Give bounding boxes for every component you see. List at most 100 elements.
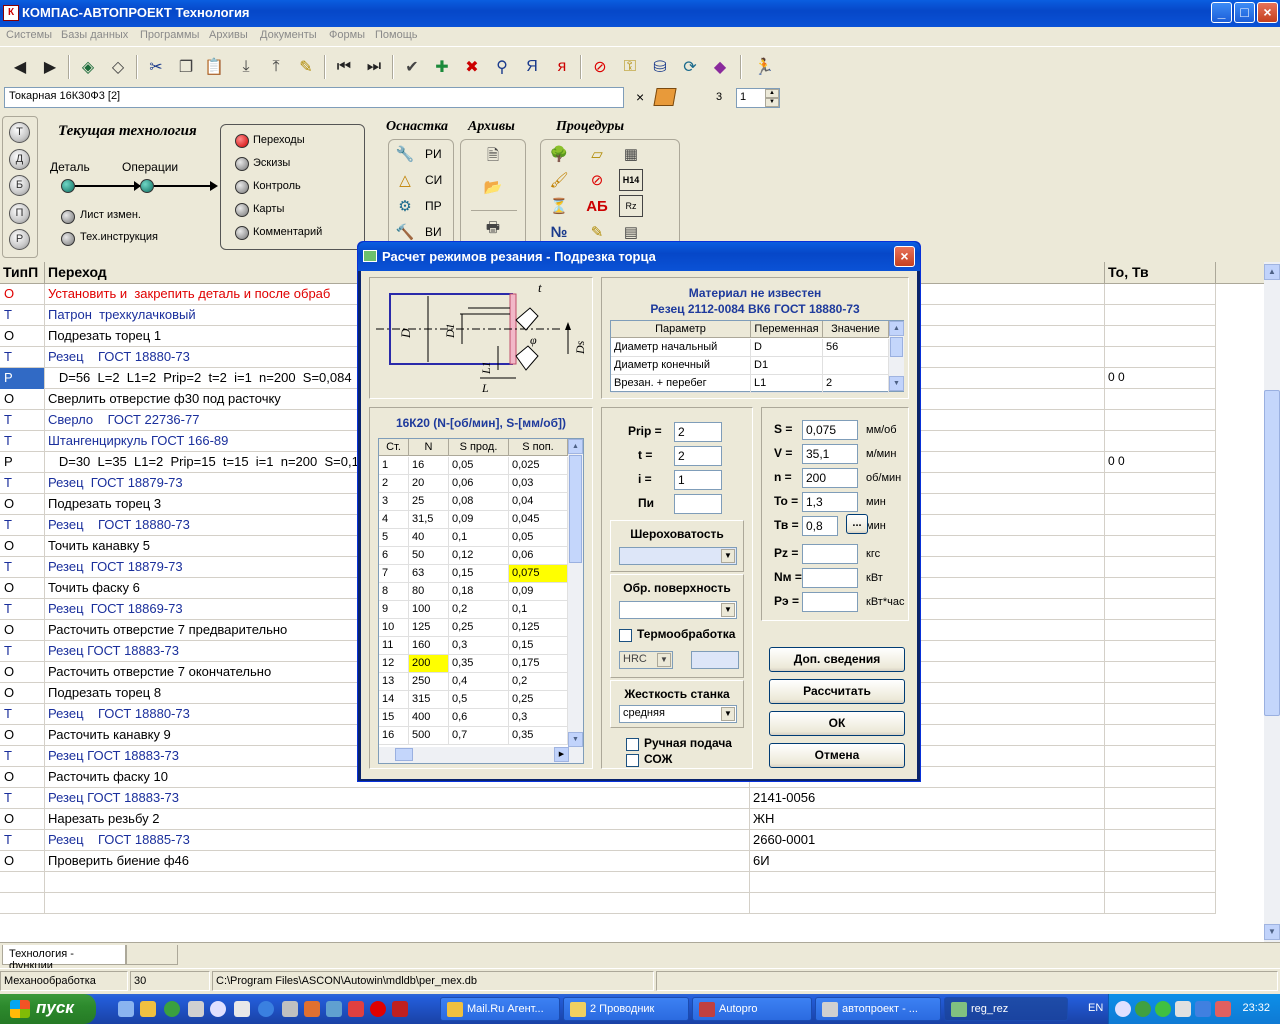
start-button[interactable]: пуск xyxy=(0,994,96,1024)
speed-cell[interactable]: 14 xyxy=(379,691,409,709)
speed-cell[interactable]: 4 xyxy=(379,511,409,529)
detail-node[interactable] xyxy=(61,179,75,193)
speed-cell[interactable]: 0,025 xyxy=(509,457,568,475)
cell-tool[interactable] xyxy=(750,893,1105,914)
archive-doc-icon[interactable]: 🗎 xyxy=(481,146,505,168)
cell-time[interactable] xyxy=(1105,620,1216,641)
speed-cell[interactable]: 5 xyxy=(379,529,409,547)
speed-hscroll-thumb[interactable] xyxy=(395,748,413,761)
cell-type[interactable]: О xyxy=(0,809,45,830)
cell-type[interactable]: О xyxy=(0,683,45,704)
cell-type[interactable]: Т xyxy=(0,704,45,725)
cell-type[interactable]: О xyxy=(0,536,45,557)
pi-input[interactable] xyxy=(674,494,722,514)
speed-cell[interactable]: 80 xyxy=(409,583,449,601)
brush-icon[interactable]: 🖌 xyxy=(547,169,571,191)
tray-icon-5[interactable] xyxy=(1195,1001,1211,1017)
speed-cell[interactable]: 0,2 xyxy=(509,673,568,691)
roughness-select[interactable]: ▼ xyxy=(619,547,737,565)
scroll-thumb[interactable] xyxy=(1264,390,1280,716)
mode-transitions-dot[interactable] xyxy=(235,134,249,148)
speed-scroll-thumb[interactable] xyxy=(569,455,582,563)
speed-cell[interactable]: 0,35 xyxy=(509,727,568,745)
result-input[interactable]: 0,075 xyxy=(802,420,858,440)
side-button-r[interactable]: Р xyxy=(9,229,30,250)
speed-cell[interactable]: 63 xyxy=(409,565,449,583)
speed-cell[interactable]: 7 xyxy=(379,565,409,583)
speed-cell[interactable]: 0,175 xyxy=(509,655,568,673)
speed-cell[interactable]: 0,03 xyxy=(509,475,568,493)
speed-cell[interactable]: 0,2 xyxy=(449,601,509,619)
minimize-button[interactable]: _ xyxy=(1211,2,1232,23)
speed-cell[interactable]: 315 xyxy=(409,691,449,709)
speed-cell[interactable]: 200 xyxy=(409,655,449,673)
hourglass-icon[interactable]: ⏳ xyxy=(547,195,571,217)
cell-transition[interactable]: Резец ГОСТ 18885-73 xyxy=(45,830,750,851)
tech-instruction-label[interactable]: Тех.инструкция xyxy=(80,231,158,243)
info-button[interactable]: Доп. сведения xyxy=(769,647,905,672)
cell-transition[interactable]: Нарезать резьбу 2 xyxy=(45,809,750,830)
speed-cell[interactable]: 0,125 xyxy=(509,619,568,637)
measuring-tool-icon[interactable]: △ xyxy=(393,169,417,191)
table-row[interactable]: Т Резец ГОСТ 18883-73 2141-0056 xyxy=(0,788,1216,809)
cell-type[interactable]: Т xyxy=(0,305,45,326)
speed-cell[interactable]: 0,06 xyxy=(449,475,509,493)
speed-cell[interactable]: 3 xyxy=(379,493,409,511)
exit-icon[interactable]: 🏃 xyxy=(752,55,776,79)
osnastka-ri[interactable]: РИ xyxy=(425,147,442,161)
book-icon[interactable] xyxy=(653,88,677,106)
close-button[interactable]: × xyxy=(1257,2,1278,23)
speed-cell[interactable]: 0,3 xyxy=(449,637,509,655)
quicklaunch-media-icon[interactable] xyxy=(210,1001,226,1017)
cell-time[interactable] xyxy=(1105,515,1216,536)
tray-icon-3[interactable] xyxy=(1155,1001,1171,1017)
check-icon[interactable]: ✔ xyxy=(400,55,424,79)
speed-cell[interactable]: 0,05 xyxy=(509,529,568,547)
tv-more-button[interactable]: ... xyxy=(846,514,868,534)
operations-node[interactable] xyxy=(140,179,154,193)
tray-icon-4[interactable] xyxy=(1175,1001,1191,1017)
calculator-icon[interactable]: ▦ xyxy=(619,143,643,165)
speed-cell[interactable]: 0,1 xyxy=(449,529,509,547)
result-input[interactable]: 200 xyxy=(802,468,858,488)
cell-type[interactable]: Т xyxy=(0,347,45,368)
first-record-icon[interactable]: ⏮ xyxy=(332,55,356,79)
chevron-down-icon[interactable]: ▼ xyxy=(657,653,671,667)
manual-feed-checkbox[interactable] xyxy=(626,738,639,751)
hrc-select[interactable]: HRC ▼ xyxy=(619,651,673,669)
cell-tool[interactable]: 2141-0056 xyxy=(750,788,1105,809)
edit-icon[interactable]: ✎ xyxy=(294,55,318,79)
cell-type[interactable]: О xyxy=(0,389,45,410)
cell-time[interactable] xyxy=(1105,284,1216,305)
quicklaunch-icon-9[interactable] xyxy=(304,1001,320,1017)
cell-type[interactable]: Т xyxy=(0,431,45,452)
key-icon[interactable]: ⚿ xyxy=(618,55,642,79)
task-avtoproekt[interactable]: автопроект - ... xyxy=(815,997,941,1021)
speed-cell[interactable]: 11 xyxy=(379,637,409,655)
speed-scroll-down-icon[interactable]: ▼ xyxy=(568,732,583,747)
language-indicator[interactable]: EN xyxy=(1088,1002,1103,1014)
speed-cell[interactable]: 50 xyxy=(409,547,449,565)
speed-scroll-right-icon[interactable]: ▶ xyxy=(554,747,569,762)
speed-cell[interactable]: 25 xyxy=(409,493,449,511)
task-reg-rez[interactable]: reg_rez xyxy=(944,997,1068,1021)
spell-icon[interactable]: АБ xyxy=(585,195,609,217)
cell-time[interactable] xyxy=(1105,683,1216,704)
cell-type[interactable]: О xyxy=(0,662,45,683)
cell-type[interactable]: Т xyxy=(0,515,45,536)
last-record-icon[interactable]: ⏭ xyxy=(362,55,386,79)
cell-type[interactable]: Т xyxy=(0,599,45,620)
cell-time[interactable] xyxy=(1105,494,1216,515)
cell-transition[interactable] xyxy=(45,893,750,914)
speed-cell[interactable]: 0,045 xyxy=(509,511,568,529)
speed-cell[interactable]: 0,15 xyxy=(449,565,509,583)
speed-cell[interactable]: 250 xyxy=(409,673,449,691)
result-input[interactable]: 0,8 xyxy=(802,516,838,536)
task-mailru[interactable]: Mail.Ru Агент... xyxy=(440,997,560,1021)
cell-time[interactable] xyxy=(1105,599,1216,620)
quicklaunch-icon-4[interactable] xyxy=(188,1001,204,1017)
param-scroll-down-icon[interactable]: ▼ xyxy=(889,376,904,391)
i-input[interactable]: 1 xyxy=(674,470,722,490)
speed-cell[interactable]: 500 xyxy=(409,727,449,745)
cell-time[interactable] xyxy=(1105,830,1216,851)
